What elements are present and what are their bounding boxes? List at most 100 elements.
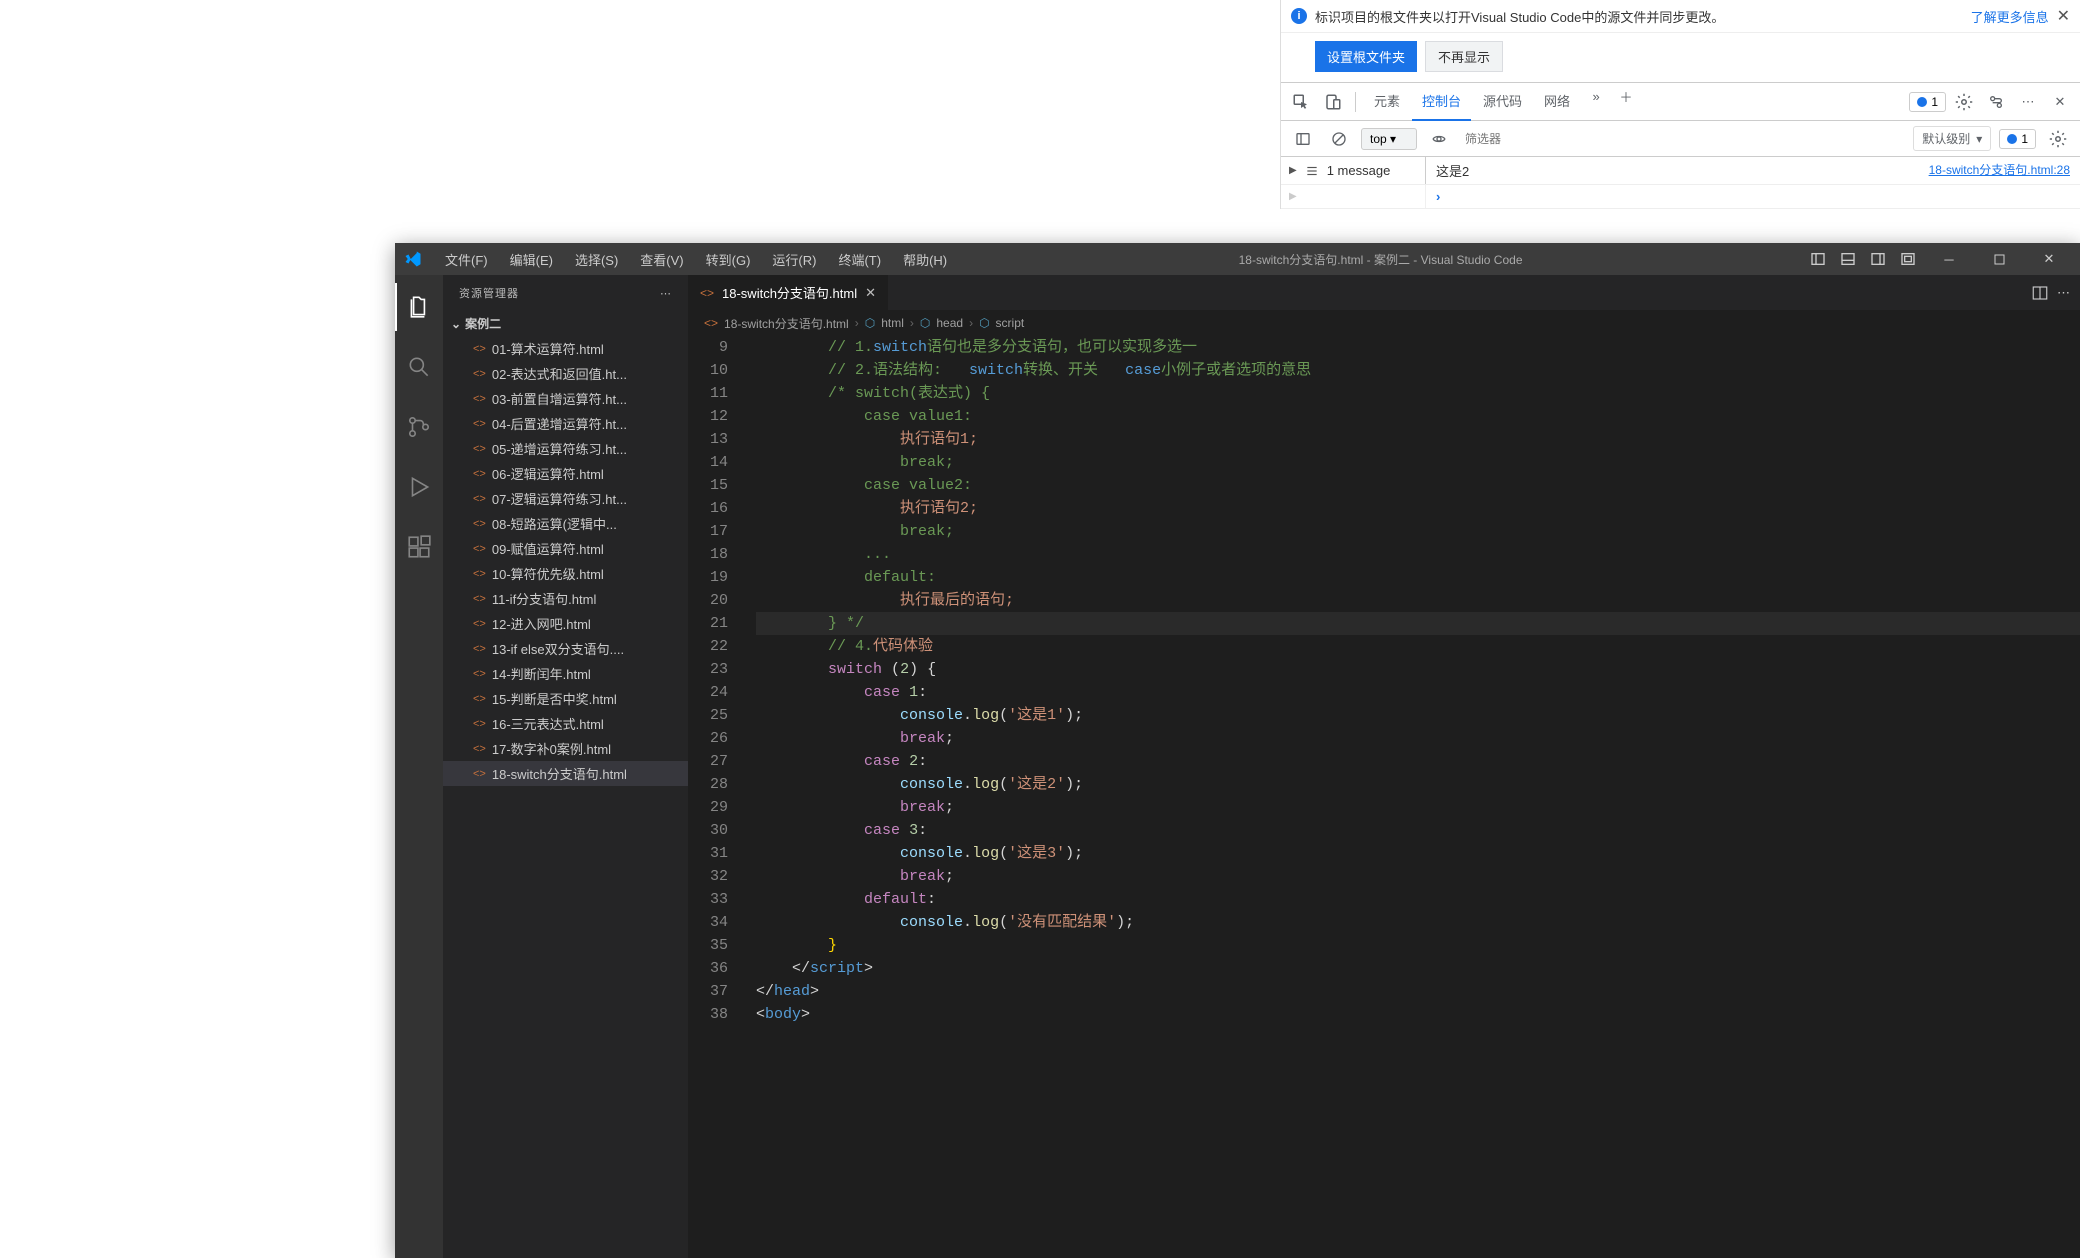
live-expr-icon[interactable] xyxy=(1425,125,1453,153)
file-item[interactable]: <>14-判断闰年.html xyxy=(443,661,688,686)
close-button[interactable]: ✕ xyxy=(2026,243,2072,275)
sidebar-toggle-icon[interactable] xyxy=(1289,125,1317,153)
code-line[interactable]: console.log('这是3'); xyxy=(756,842,2080,865)
layout-full-icon[interactable] xyxy=(1894,243,1922,275)
editor-tab[interactable]: <> 18-switch分支语句.html ✕ xyxy=(688,275,888,310)
file-item[interactable]: <>02-表达式和返回值.ht... xyxy=(443,361,688,386)
code-line[interactable]: console.log('这是2'); xyxy=(756,773,2080,796)
menu-help[interactable]: 帮助(H) xyxy=(893,245,957,274)
context-select[interactable]: top ▾ xyxy=(1361,128,1417,150)
dismiss-button[interactable]: 不再显示 xyxy=(1425,41,1503,72)
code-line[interactable]: default: xyxy=(756,888,2080,911)
code-line[interactable]: switch (2) { xyxy=(756,658,2080,681)
menu-edit[interactable]: 编辑(E) xyxy=(500,245,563,274)
code-line[interactable]: break; xyxy=(756,451,2080,474)
code-line[interactable]: case value2: xyxy=(756,474,2080,497)
breadcrumb[interactable]: <> 18-switch分支语句.html › ⬡ html › ⬡ head … xyxy=(688,310,2080,336)
code-line[interactable]: </script> xyxy=(756,957,2080,980)
file-item[interactable]: <>07-逻辑运算符练习.ht... xyxy=(443,486,688,511)
more-icon[interactable]: ⋯ xyxy=(2014,88,2042,116)
code-line[interactable]: } */ xyxy=(756,612,2080,635)
extensions-icon[interactable] xyxy=(395,523,443,571)
code-line[interactable]: 执行最后的语句; xyxy=(756,589,2080,612)
code-line[interactable]: break; xyxy=(756,796,2080,819)
file-item[interactable]: <>12-进入网吧.html xyxy=(443,611,688,636)
file-item[interactable]: <>08-短路运算(逻辑中... xyxy=(443,511,688,536)
code-line[interactable]: console.log('这是1'); xyxy=(756,704,2080,727)
code-line[interactable]: <body> xyxy=(756,1003,2080,1026)
close-devtools-icon[interactable]: ✕ xyxy=(2046,88,2074,116)
layout-left-icon[interactable] xyxy=(1804,243,1832,275)
code-line[interactable]: ... xyxy=(756,543,2080,566)
layout-right-icon[interactable] xyxy=(1864,243,1892,275)
file-item[interactable]: <>10-算符优先级.html xyxy=(443,561,688,586)
code-line[interactable]: case 1: xyxy=(756,681,2080,704)
issues-badge[interactable]: 1 xyxy=(1909,92,1946,112)
maximize-button[interactable] xyxy=(1976,243,2022,275)
issues-badge-2[interactable]: 1 xyxy=(1999,129,2036,149)
file-item[interactable]: <>04-后置递增运算符.ht... xyxy=(443,411,688,436)
source-control-icon[interactable] xyxy=(395,403,443,451)
file-item[interactable]: <>15-判断是否中奖.html xyxy=(443,686,688,711)
code-line[interactable]: default: xyxy=(756,566,2080,589)
code-line[interactable]: break; xyxy=(756,865,2080,888)
clear-console-icon[interactable] xyxy=(1325,125,1353,153)
console-settings-icon[interactable] xyxy=(2044,125,2072,153)
code-line[interactable]: break; xyxy=(756,520,2080,543)
tab-network[interactable]: 网络 xyxy=(1534,82,1580,121)
settings-icon[interactable] xyxy=(1950,88,1978,116)
file-item[interactable]: <>18-switch分支语句.html xyxy=(443,761,688,786)
tab-sources[interactable]: 源代码 xyxy=(1473,82,1532,121)
file-item[interactable]: <>05-递增运算符练习.ht... xyxy=(443,436,688,461)
file-item[interactable]: <>01-算术运算符.html xyxy=(443,336,688,361)
sidebar-more-icon[interactable]: ⋯ xyxy=(660,287,672,300)
tab-elements[interactable]: 元素 xyxy=(1364,82,1410,121)
file-item[interactable]: <>09-赋值运算符.html xyxy=(443,536,688,561)
menu-view[interactable]: 查看(V) xyxy=(630,245,693,274)
menu-run[interactable]: 运行(R) xyxy=(762,245,826,274)
code-line[interactable]: 执行语句1; xyxy=(756,428,2080,451)
filter-input[interactable] xyxy=(1461,128,1905,150)
file-item[interactable]: <>11-if分支语句.html xyxy=(443,586,688,611)
menu-file[interactable]: 文件(F) xyxy=(435,245,498,274)
file-item[interactable]: <>16-三元表达式.html xyxy=(443,711,688,736)
code-line[interactable]: // 2.语法结构: switch转换、开关 case小例子或者选项的意思 xyxy=(756,359,2080,382)
run-debug-icon[interactable] xyxy=(395,463,443,511)
console-prompt[interactable]: › xyxy=(1426,185,1450,208)
search-icon[interactable] xyxy=(395,343,443,391)
code-line[interactable]: case 2: xyxy=(756,750,2080,773)
set-root-button[interactable]: 设置根文件夹 xyxy=(1315,41,1417,72)
console-source-link[interactable]: 18-switch分支语句.html:28 xyxy=(1929,161,2070,180)
code-area[interactable]: 9101112131415161718192021222324252627282… xyxy=(688,336,2080,1258)
code-line[interactable]: /* switch(表达式) { xyxy=(756,382,2080,405)
code-line[interactable]: } xyxy=(756,934,2080,957)
code-line[interactable]: 执行语句2; xyxy=(756,497,2080,520)
learn-more-link[interactable]: 了解更多信息 xyxy=(1971,7,2049,26)
code-line[interactable]: case value1: xyxy=(756,405,2080,428)
layout-bottom-icon[interactable] xyxy=(1834,243,1862,275)
explorer-icon[interactable] xyxy=(395,283,443,331)
level-select[interactable]: 默认级别 ▾ xyxy=(1913,126,1991,151)
folder-header[interactable]: ⌄ 案例二 xyxy=(443,311,688,336)
code-line[interactable]: // 4.代码体验 xyxy=(756,635,2080,658)
dock-icon[interactable] xyxy=(1982,88,2010,116)
more-tabs-icon[interactable]: » xyxy=(1582,82,1610,110)
code-line[interactable]: // 1.switch语句也是多分支语句，也可以实现多选一 xyxy=(756,336,2080,359)
code-line[interactable]: case 3: xyxy=(756,819,2080,842)
close-icon[interactable]: ✕ xyxy=(2057,6,2070,26)
code-content[interactable]: // 1.switch语句也是多分支语句，也可以实现多选一 // 2.语法结构:… xyxy=(748,336,2080,1258)
split-editor-icon[interactable] xyxy=(2031,284,2049,302)
minimize-button[interactable]: ─ xyxy=(1926,243,1972,275)
device-icon[interactable] xyxy=(1319,88,1347,116)
console-group[interactable]: ▶ 1 message xyxy=(1281,157,1426,184)
menu-select[interactable]: 选择(S) xyxy=(565,245,628,274)
file-item[interactable]: <>06-逻辑运算符.html xyxy=(443,461,688,486)
code-line[interactable]: break; xyxy=(756,727,2080,750)
menu-goto[interactable]: 转到(G) xyxy=(696,245,761,274)
add-tab-icon[interactable]: ＋ xyxy=(1612,82,1640,110)
file-item[interactable]: <>03-前置自增运算符.ht... xyxy=(443,386,688,411)
code-line[interactable]: console.log('没有匹配结果'); xyxy=(756,911,2080,934)
file-item[interactable]: <>17-数字补0案例.html xyxy=(443,736,688,761)
editor-more-icon[interactable]: ⋯ xyxy=(2057,285,2070,301)
file-item[interactable]: <>13-if else双分支语句.... xyxy=(443,636,688,661)
